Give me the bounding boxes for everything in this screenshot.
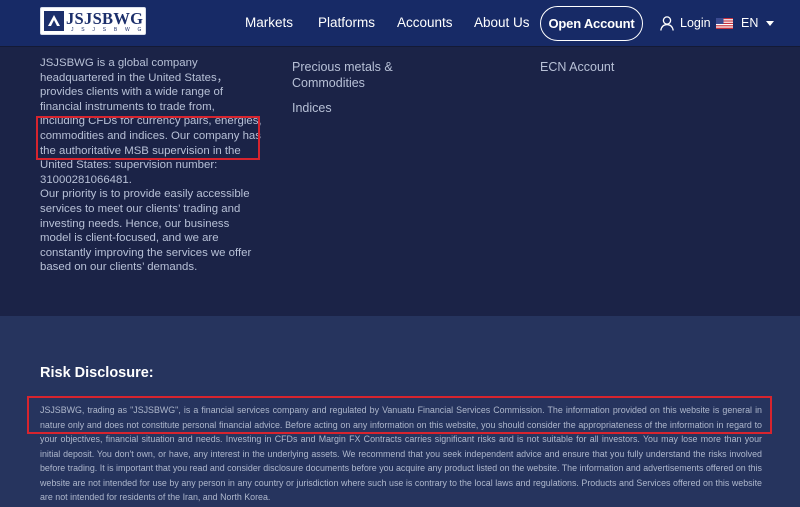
company-about-text: JSJSBWG is a global company headquartere…	[40, 56, 262, 275]
login-link[interactable]: Login	[660, 14, 711, 32]
nav-markets[interactable]: Markets	[245, 14, 293, 32]
risk-disclosure-section: Risk Disclosure: JSJSBWG, trading as "JS…	[0, 316, 800, 507]
language-label: EN	[741, 16, 759, 30]
login-label: Login	[680, 16, 711, 30]
us-flag-icon	[716, 17, 733, 29]
nav-about-us[interactable]: About Us	[474, 14, 530, 32]
nav-accounts[interactable]: Accounts	[397, 14, 453, 32]
language-selector[interactable]: EN	[716, 14, 775, 32]
user-icon	[660, 15, 674, 31]
chevron-down-icon	[766, 20, 775, 26]
logo[interactable]: JSJSBWG J S J S B W G	[40, 7, 146, 35]
about-paragraph-1: JSJSBWG is a global company headquartere…	[40, 57, 262, 186]
site-header: JSJSBWG J S J S B W G Markets Platforms …	[0, 0, 800, 46]
risk-disclosure-title: Risk Disclosure:	[40, 365, 154, 381]
open-account-button[interactable]: Open Account	[540, 6, 643, 41]
risk-disclosure-text: JSJSBWG, trading as "JSJSBWG", is a fina…	[40, 405, 762, 502]
logo-text: JSJSBWG	[66, 9, 144, 28]
about-paragraph-2: Our priority is to provide easily access…	[40, 188, 252, 274]
nav-platforms[interactable]: Platforms	[318, 14, 375, 32]
footer-link-ecn-account[interactable]: ECN Account	[540, 59, 614, 75]
logo-subtext: J S J S B W G	[71, 27, 145, 33]
logo-mark-icon	[44, 11, 64, 31]
footer-link-precious-metals[interactable]: Precious metals & Commodities	[292, 59, 422, 91]
footer-link-indices[interactable]: Indices	[292, 100, 332, 116]
